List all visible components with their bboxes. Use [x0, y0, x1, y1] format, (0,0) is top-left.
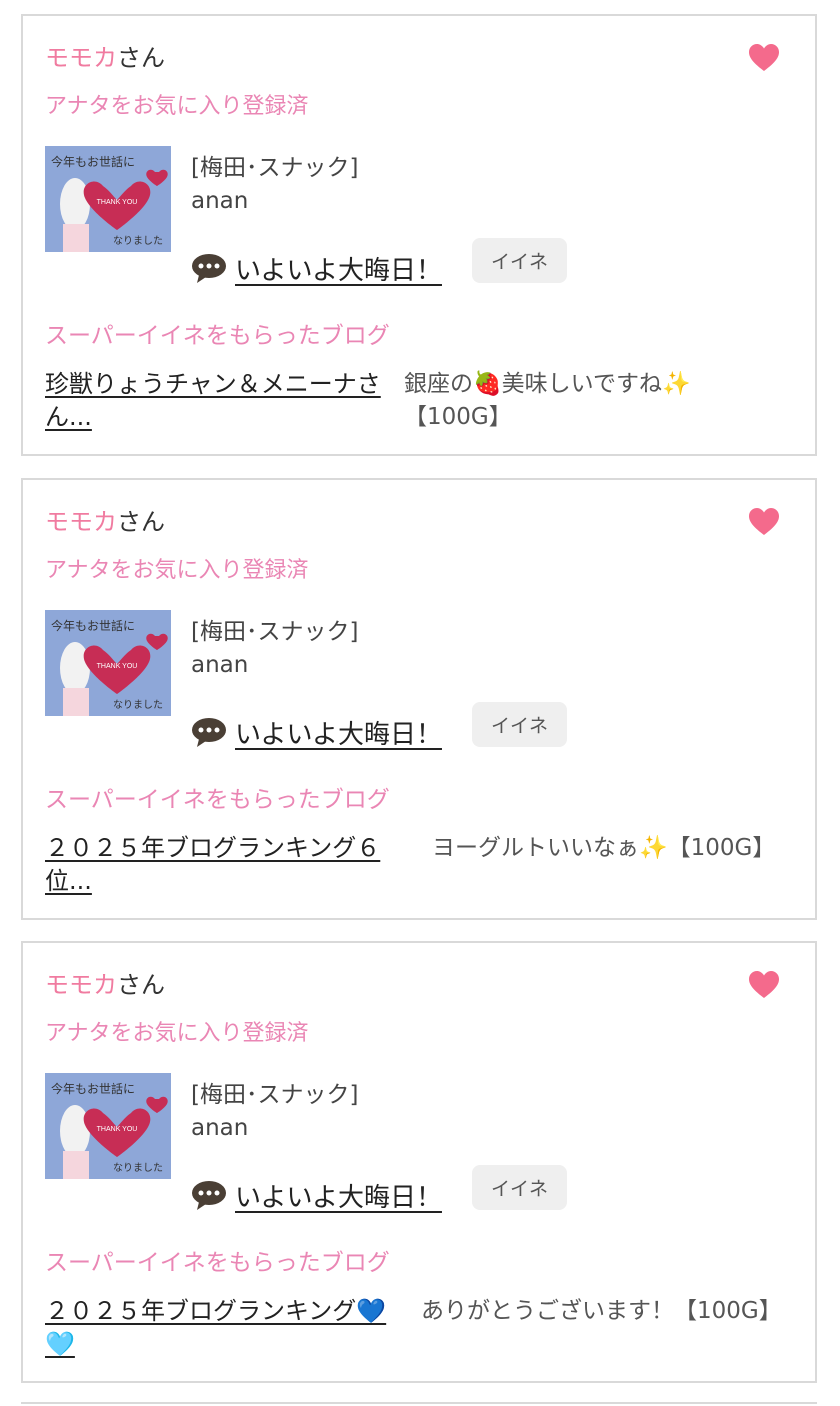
next-card-border — [21, 1402, 817, 1404]
iine-button[interactable]: イイネ — [472, 702, 567, 747]
svg-text:今年もお世話に: 今年もお世話に — [51, 1081, 135, 1096]
blog-entry: いよいよ大晦日！ — [191, 712, 442, 752]
svg-text:なりました: なりました — [113, 1162, 163, 1174]
speech-bubble-icon — [192, 254, 226, 283]
blog-title-link[interactable]: いよいよ大晦日！ — [235, 714, 442, 751]
shop-category: [梅田･スナック] — [191, 155, 359, 181]
super-iine-label: スーパーイイネをもらったブログ — [45, 1250, 390, 1276]
svg-text:THANK YOU: THANK YOU — [97, 1126, 138, 1133]
profile-thumbnail[interactable]: 今年もお世話に THANK YOU なりました — [45, 1073, 171, 1179]
user-name[interactable]: モモカさん — [45, 502, 165, 537]
profile-thumbnail[interactable]: 今年もお世話に THANK YOU なりました — [45, 146, 171, 252]
notification-card: モモカさん アナタをお気に入り登録済 今年もお世話に THANK YOU なりま… — [21, 941, 817, 1383]
shop-name: anan — [191, 188, 249, 214]
blog-title-link[interactable]: いよいよ大晦日！ — [235, 1177, 442, 1214]
profile-thumbnail[interactable]: 今年もお世話に THANK YOU なりました — [45, 610, 171, 716]
super-iine-label: スーパーイイネをもらったブログ — [45, 323, 390, 349]
shop-name: anan — [191, 1115, 249, 1141]
super-comment: ヨーグルトいいなぁ✨【100G】 — [432, 835, 776, 861]
iine-button[interactable]: イイネ — [472, 238, 567, 283]
svg-text:今年もお世話に: 今年もお世話に — [51, 618, 135, 633]
svg-text:今年もお世話に: 今年もお世話に — [51, 154, 135, 169]
super-iine-label: スーパーイイネをもらったブログ — [45, 787, 390, 813]
shop-category: [梅田･スナック] — [191, 1082, 359, 1108]
blog-entry: いよいよ大晦日！ — [191, 248, 442, 288]
heart-icon[interactable] — [749, 508, 779, 536]
svg-text:なりました: なりました — [113, 699, 163, 711]
favorite-status: アナタをお気に入り登録済 — [45, 558, 309, 583]
shop-category: [梅田･スナック] — [191, 619, 359, 645]
speech-bubble-icon — [192, 1181, 226, 1210]
super-blog-link[interactable]: 珍獣りょうチャン＆メニーナさん... — [45, 368, 395, 434]
speech-bubble-icon — [192, 718, 226, 747]
user-name[interactable]: モモカさん — [45, 38, 165, 73]
heart-icon[interactable] — [749, 44, 779, 72]
notification-card: モモカさん アナタをお気に入り登録済 今年もお世話に THANK YOU なりま… — [21, 14, 817, 456]
notification-card: モモカさん アナタをお気に入り登録済 今年もお世話に THANK YOU なりま… — [21, 478, 817, 920]
favorite-status: アナタをお気に入り登録済 — [45, 1021, 309, 1046]
heart-icon[interactable] — [749, 971, 779, 999]
shop-name: anan — [191, 652, 249, 678]
super-blog-link[interactable]: ２０２５年ブログランキング💙🩵 — [45, 1295, 395, 1361]
blog-entry: いよいよ大晦日！ — [191, 1175, 442, 1215]
super-blog-link[interactable]: ２０２５年ブログランキング６位... — [45, 832, 395, 898]
svg-text:なりました: なりました — [113, 235, 163, 247]
iine-button[interactable]: イイネ — [472, 1165, 567, 1210]
user-name[interactable]: モモカさん — [45, 965, 165, 1000]
favorite-status: アナタをお気に入り登録済 — [45, 94, 309, 119]
super-comment: 銀座の🍓美味しいですね✨【100G】 — [404, 371, 691, 430]
svg-text:THANK YOU: THANK YOU — [97, 663, 138, 670]
svg-text:THANK YOU: THANK YOU — [97, 199, 138, 206]
blog-title-link[interactable]: いよいよ大晦日！ — [235, 250, 442, 287]
super-comment: ありがとうございます！【100G】 — [421, 1298, 782, 1324]
